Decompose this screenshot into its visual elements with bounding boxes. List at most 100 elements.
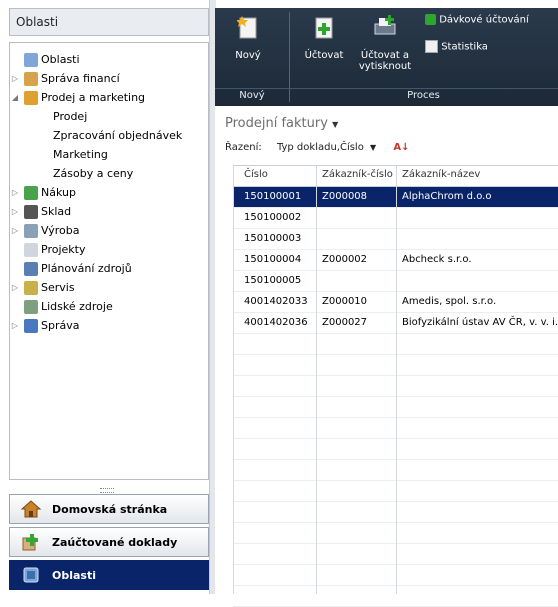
column-header-zakaznik-nazev[interactable]: Zákazník-název (402, 165, 480, 185)
post-and-print-button[interactable]: Účtovat a vytisknout (355, 14, 415, 72)
table-cell-cislo: 150100004 (244, 254, 302, 265)
tree-item[interactable]: ▷ Výroba (10, 222, 206, 240)
tree-subitem-label: Zásoby a ceny (53, 167, 134, 180)
tree-item-label: Plánování zdrojů (41, 262, 132, 275)
home-icon (20, 500, 42, 518)
tree-item-label: Správa (41, 319, 80, 332)
tree-item-label: Výroba (41, 224, 80, 237)
tree-subitem-label: Prodej (53, 110, 88, 123)
table-cell-zakaznik-nazev: Amedis, spol. s.r.o. (402, 296, 497, 307)
tree-subitem-label: Marketing (53, 148, 108, 161)
new-document-icon (237, 16, 257, 39)
statistics-label: Statistika (441, 41, 488, 53)
sort-direction-icon[interactable]: A↓ (393, 142, 409, 153)
areas-icon (23, 567, 39, 583)
batch-posting-icon (425, 14, 436, 25)
table-cell-zakaznik-nazev: Abcheck s.r.o. (402, 254, 472, 265)
navigation-pane-title: Oblasti (16, 15, 59, 29)
sort-bar: Řazení: Typ dokladu,Číslo ▼ A↓ (225, 142, 409, 153)
table-cell-zakaznik-cislo: Z000008 (322, 191, 368, 202)
nav-button-home-label: Domovská stránka (52, 503, 168, 516)
nav-button-posted-documents[interactable]: Zaúčtované doklady (9, 527, 209, 557)
posted-documents-icon (22, 534, 38, 551)
tree-item-label: Lidské zdroje (41, 300, 113, 313)
ribbon: Nový Účtovat Účtovat a vytisknout Dávkov… (215, 8, 558, 106)
tree-item[interactable]: Plánování zdrojů (10, 260, 206, 278)
expand-arrow-icon[interactable]: ▷ (10, 70, 20, 88)
pane-resize-grip[interactable] (100, 488, 114, 493)
statistics-icon (425, 40, 438, 53)
sales-marketing-icon (24, 91, 38, 105)
table-cell-zakaznik-cislo: Z000010 (322, 296, 368, 307)
tree-item[interactable]: ▷ Servis (10, 279, 206, 297)
administration-icon (24, 319, 38, 333)
table-cell-zakaznik-cislo: Z000027 (322, 317, 368, 328)
new-button[interactable]: Nový (223, 14, 273, 61)
expand-arrow-icon[interactable]: ▷ (10, 184, 20, 202)
statistics-button[interactable]: Statistika (425, 40, 488, 53)
tree-item[interactable]: Oblasti (10, 51, 206, 69)
nav-button-areas[interactable]: Oblasti (9, 560, 209, 590)
expand-arrow-icon[interactable]: ▷ (10, 222, 20, 240)
tree-item-label: Projekty (41, 243, 86, 256)
tree-item[interactable]: Prodej (10, 108, 206, 126)
area-tree: Oblasti ▷ Správa financí ◢ Prodej a marketin… (9, 42, 209, 480)
batch-posting-label: Dávkové účtování (439, 14, 529, 26)
tree-item[interactable]: ▷ Nákup (10, 184, 206, 202)
grid-line (396, 165, 397, 594)
title-dropdown-icon: ▼ (332, 120, 339, 129)
sort-label: Řazení: (225, 142, 262, 153)
tree-item-label: Oblasti (41, 53, 80, 66)
table-cell-zakaznik-nazev: AlphaChrom d.o.o (402, 191, 492, 202)
tree-item[interactable]: Marketing (10, 146, 206, 164)
list-page-title-text: Prodejní faktury (225, 116, 328, 131)
nav-button-posted-documents-label: Zaúčtované doklady (52, 536, 178, 549)
tree-item-label: Správa financí (41, 72, 120, 85)
table-cell-cislo: 150100001 (244, 191, 302, 202)
ribbon-group-new-label: Nový (239, 90, 265, 101)
grid-line (233, 165, 234, 594)
grid-line (316, 165, 317, 594)
expand-arrow-icon[interactable]: ▷ (10, 279, 20, 297)
table-cell-cislo: 4001402036 (244, 317, 308, 328)
collapse-arrow-icon[interactable]: ◢ (10, 89, 20, 107)
finance-icon (24, 72, 38, 86)
tree-item[interactable]: Lidské zdroje (10, 298, 206, 316)
expand-arrow-icon[interactable]: ▷ (10, 203, 20, 221)
table-cell-cislo: 4001402033 (244, 296, 308, 307)
manufacturing-icon (24, 224, 38, 238)
human-resources-icon (24, 300, 38, 314)
new-button-label: Nový (235, 50, 261, 61)
tree-item[interactable]: Projekty (10, 241, 206, 259)
tree-item[interactable]: ▷ Správa (10, 317, 206, 335)
warehouse-icon (24, 205, 38, 219)
tree-item[interactable]: Zásoby a ceny (10, 165, 206, 183)
purchase-icon (24, 186, 38, 200)
tree-item[interactable]: Zpracování objednávek (10, 127, 206, 145)
tree-item-label: Sklad (41, 205, 72, 218)
tree-item-label: Nákup (41, 186, 76, 199)
ribbon-group-label-divider (215, 88, 558, 89)
post-and-print-label-line2: vytisknout (358, 61, 412, 72)
ribbon-group-process-label: Proces (407, 90, 440, 101)
post-icon (315, 17, 333, 39)
navigation-pane-header: Oblasti (9, 8, 209, 36)
chevron-down-icon: ▼ (370, 143, 377, 152)
tree-item[interactable]: ▷ Správa financí (10, 70, 206, 88)
list-page-title[interactable]: Prodejní faktury ▼ (225, 116, 338, 131)
nav-button-home[interactable]: Domovská stránka (9, 494, 209, 524)
column-header-zakaznik-cislo[interactable]: Zákazník-číslo (322, 165, 393, 185)
post-and-print-label-line1: Účtovat a (360, 50, 410, 61)
batch-posting-button[interactable]: Dávkové účtování (425, 14, 529, 26)
sort-field-dropdown[interactable]: Typ dokladu,Číslo ▼ (277, 142, 379, 153)
tree-item[interactable]: ◢ Prodej a marketing (10, 89, 206, 107)
service-icon (24, 281, 38, 295)
tree-item-label: Prodej a marketing (41, 91, 146, 104)
post-button[interactable]: Účtovat (299, 14, 349, 61)
table-cell-cislo: 150100003 (244, 233, 302, 244)
navigation-pane: Oblasti Oblasti ▷ Správa financí ◢ Prodej a … (0, 0, 213, 594)
resource-planning-icon (24, 262, 38, 276)
expand-arrow-icon[interactable]: ▷ (10, 317, 20, 335)
column-header-cislo[interactable]: Číslo (244, 165, 268, 185)
tree-item[interactable]: ▷ Sklad (10, 203, 206, 221)
